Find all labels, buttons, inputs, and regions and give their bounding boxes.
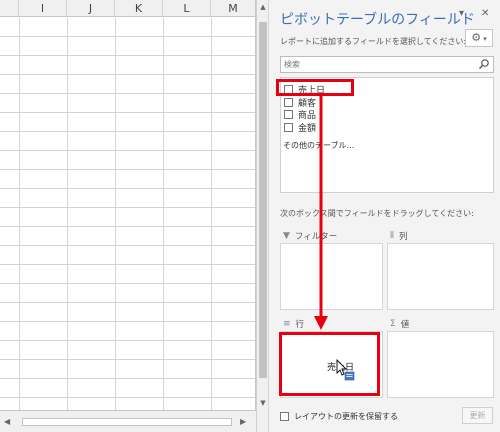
field-label: 金額	[298, 123, 317, 134]
chevron-down-icon[interactable]: ▾	[459, 8, 464, 19]
pane-title: ピボットテーブルのフィールド	[280, 12, 475, 28]
search-input[interactable]	[281, 57, 477, 72]
search-icon	[479, 59, 489, 69]
grid-row-line	[0, 93, 255, 94]
grid-column-line	[19, 18, 20, 410]
vertical-scrollbar[interactable]: ▲ ▼	[256, 0, 268, 432]
grid-row-line	[0, 302, 255, 303]
grid-column-line	[163, 18, 164, 410]
grid-row-line	[0, 55, 255, 56]
close-icon[interactable]: ✕	[481, 8, 489, 19]
grid-row-line	[0, 112, 255, 113]
grid-row-line	[0, 397, 255, 398]
filter-drop-area[interactable]	[280, 243, 383, 310]
defer-update-checkbox[interactable]	[280, 412, 289, 421]
grid-row-line	[0, 264, 255, 265]
drag-instructions: 次のボックス間でフィールドをドラッグしてください:	[280, 209, 474, 218]
field-checkbox[interactable]	[284, 109, 293, 119]
tools-button[interactable]: ⚙ ▾	[465, 29, 493, 47]
grid-row-line	[0, 150, 255, 151]
columns-drop-area[interactable]	[387, 243, 494, 310]
field-item-amount[interactable]: 金額	[284, 121, 317, 134]
rows-area-header: ≡ 行	[283, 318, 304, 330]
field-highlight-box	[276, 79, 354, 96]
columns-area-label: 列	[398, 232, 408, 242]
column-header-j[interactable]: J	[67, 0, 115, 17]
defer-update-label: レイアウトの更新を保留する	[294, 412, 398, 421]
defer-update-option[interactable]: レイアウトの更新を保留する	[280, 411, 398, 422]
values-area-header: Σ 値	[390, 318, 409, 330]
grid-row-line	[0, 207, 255, 208]
vertical-scroll-thumb[interactable]	[259, 22, 267, 378]
column-header-m[interactable]: M	[211, 0, 255, 17]
grid-row-line	[0, 169, 255, 170]
column-header-i[interactable]: I	[19, 0, 67, 17]
grid-row-line	[0, 321, 255, 322]
grid-row-line	[0, 245, 255, 246]
field-label: 商品	[298, 110, 317, 121]
column-header-partial	[0, 0, 19, 17]
chevron-down-icon: ▾	[481, 35, 487, 43]
field-checkbox[interactable]	[284, 122, 293, 132]
filter-area-label: フィルター	[294, 232, 338, 242]
values-drop-area[interactable]	[387, 331, 494, 398]
grid-row-line	[0, 188, 255, 189]
column-header-l[interactable]: L	[163, 0, 211, 17]
filter-icon: ▼	[283, 231, 290, 241]
column-header-k[interactable]: K	[115, 0, 163, 17]
other-tables-link[interactable]: その他のテーブル...	[283, 140, 354, 151]
values-area-label: 値	[400, 320, 410, 330]
field-item-product[interactable]: 商品	[284, 108, 317, 121]
horizontal-scroll-thumb[interactable]	[22, 418, 232, 426]
search-box[interactable]	[280, 56, 494, 73]
rows-area-label: 行	[295, 320, 305, 330]
pane-instructions: レポートに追加するフィールドを選択してください:	[280, 37, 467, 46]
field-item-customer[interactable]: 顧客	[284, 96, 316, 109]
grid-row-line	[0, 131, 255, 132]
columns-icon: ⦀	[390, 231, 394, 241]
field-checkbox[interactable]	[284, 97, 293, 107]
columns-area-header: ⦀ 列	[390, 230, 407, 242]
scroll-left-icon[interactable]: ◀	[4, 417, 10, 426]
cell-grid[interactable]	[0, 18, 255, 410]
grid-row-line	[0, 359, 255, 360]
grid-row-line	[0, 340, 255, 341]
grid-row-line	[0, 226, 255, 227]
rows-icon: ≡	[283, 319, 291, 329]
update-button[interactable]: 更新	[462, 407, 493, 424]
horizontal-scrollbar[interactable]: ◀ ▶	[0, 410, 256, 432]
grid-row-line	[0, 74, 255, 75]
grid-column-line	[115, 18, 116, 410]
column-header-bar: I J K L M	[0, 0, 255, 17]
spreadsheet-grid[interactable]: I J K L M	[0, 0, 256, 432]
grid-row-line	[0, 36, 255, 37]
scroll-right-icon[interactable]: ▶	[240, 417, 246, 426]
grid-column-line	[211, 18, 212, 410]
gear-icon: ⚙	[471, 31, 482, 44]
sigma-icon: Σ	[390, 319, 396, 329]
grid-row-line	[0, 283, 255, 284]
grid-row-line	[0, 378, 255, 379]
grid-column-line	[67, 18, 68, 410]
filter-area-header: ▼ フィルター	[283, 230, 337, 242]
rows-area-highlight-box	[279, 332, 380, 396]
